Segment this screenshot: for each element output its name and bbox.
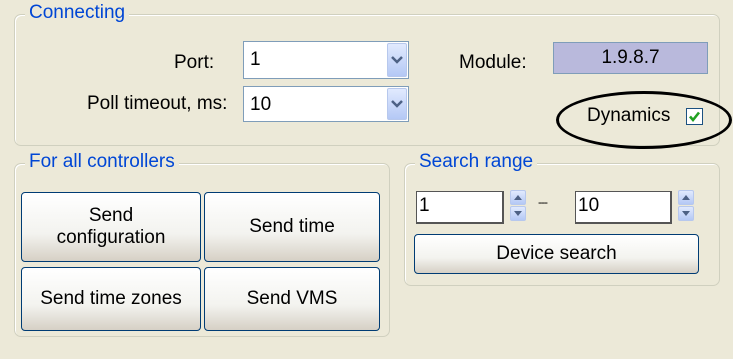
range-to-input[interactable]: 10 [575,191,672,224]
send-vms-button[interactable]: Send VMS [204,267,380,331]
connecting-legend: Connecting [25,2,130,24]
range-from-spinner[interactable] [510,190,526,222]
range-from-value: 1 [419,195,430,216]
send-time-zones-button[interactable]: Send time zones [21,267,201,331]
spin-up-icon[interactable] [510,190,526,205]
range-to-spinner[interactable] [678,190,694,222]
port-label: Port: [174,52,215,73]
dynamics-label: Dynamics [587,105,671,126]
range-separator: --- [538,195,548,209]
dynamics-checkbox[interactable] [686,108,703,125]
send-configuration-button[interactable]: Send configuration [21,192,201,262]
module-version-field: 1.9.8.7 [553,42,708,74]
controllers-legend: For all controllers [25,151,179,173]
search-range-legend: Search range [415,151,538,173]
range-to-value: 10 [578,195,600,216]
spin-down-icon[interactable] [678,206,694,221]
spin-down-icon[interactable] [510,206,526,221]
chevron-down-icon[interactable] [387,43,407,77]
poll-timeout-value: 10 [250,94,272,115]
spin-up-icon[interactable] [678,190,694,205]
poll-timeout-select[interactable]: 10 [243,86,409,122]
port-select[interactable]: 1 [243,41,409,79]
send-time-button[interactable]: Send time [204,192,380,262]
module-label: Module: [459,52,527,73]
range-from-input[interactable]: 1 [416,191,504,224]
checkmark-icon [689,111,701,123]
chevron-down-icon[interactable] [387,88,407,120]
device-search-button[interactable]: Device search [414,234,699,274]
port-select-value: 1 [250,49,261,70]
poll-timeout-label: Poll timeout, ms: [87,93,228,114]
